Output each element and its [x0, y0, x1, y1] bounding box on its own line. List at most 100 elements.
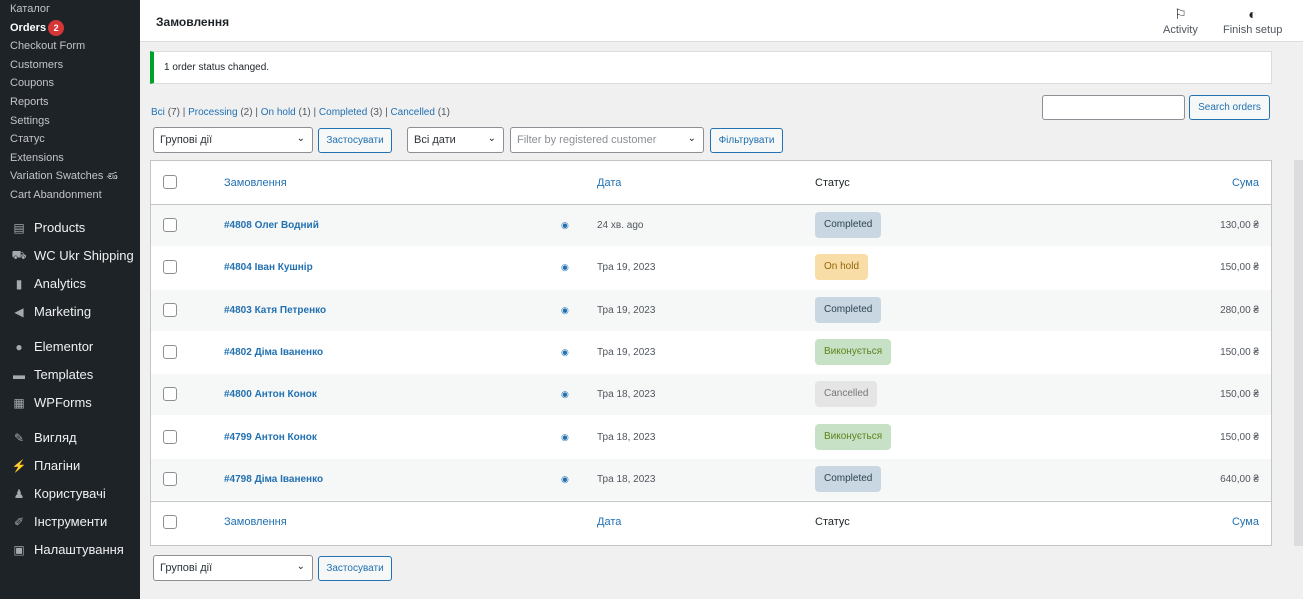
customer-filter-placeholder: Filter by registered customer [517, 134, 657, 146]
table-row[interactable]: #4803 Катя Петренко ◉ Тра 19, 2023 Complete… [151, 289, 1271, 331]
sidebar-subitem[interactable]: Extensions [0, 149, 140, 168]
menu-separator [0, 326, 140, 333]
row-checkbox[interactable] [163, 260, 177, 275]
page-title: Замовлення [156, 15, 230, 29]
column-date-footer[interactable]: Дата [597, 516, 621, 528]
filter-all-link[interactable]: Всі (7) [151, 107, 180, 118]
bar-chart-icon: ▮ [15, 276, 23, 291]
order-link[interactable]: #4804 Іван Кушнір [224, 262, 313, 273]
order-link[interactable]: #4803 Катя Петренко [224, 305, 326, 316]
sidebar-item[interactable]: ⚡ Плагіни [0, 452, 140, 480]
apply-bulk-button[interactable]: Застосувати [318, 128, 392, 153]
sidebar-item-label: Elementor [34, 339, 94, 355]
order-link[interactable]: #4802 Діма Іваненко [224, 347, 323, 358]
sidebar-subitem-label: Coupons [10, 77, 55, 90]
order-link[interactable]: #4798 Діма Іваненко [224, 474, 323, 485]
table-row[interactable]: #4804 Іван Кушнір ◉ Тра 19, 2023 On hold 150… [151, 247, 1271, 288]
preview-eye-icon[interactable]: ◉ [561, 389, 569, 400]
table-row[interactable]: #4802 Діма Іваненко ◉ Тра 19, 2023 Виконуєт… [151, 332, 1271, 373]
search-orders-input[interactable] [1042, 95, 1185, 120]
finish-setup-button[interactable]: ◐ Finish setup [1223, 4, 1282, 36]
order-total: 150,00 ₴ [1220, 346, 1259, 358]
sidebar-subitem[interactable]: Settings [0, 112, 140, 131]
wrench-icon: ✐ [13, 514, 25, 529]
table-row[interactable]: #4808 Олег Водний ◉ 24 хв. ago Completed 130… [151, 205, 1271, 246]
column-order-footer[interactable]: Замовлення [224, 516, 287, 528]
date-filter-select[interactable]: Всі дати ⌄ [407, 127, 504, 153]
preview-eye-icon[interactable]: ◉ [561, 474, 569, 485]
sidebar-subitem-label: Checkout Form [10, 40, 86, 53]
sidebar-subitem[interactable]: Статус [0, 130, 140, 149]
row-checkbox[interactable] [163, 471, 177, 486]
row-checkbox[interactable] [163, 387, 177, 402]
select-all-checkbox[interactable] [163, 175, 177, 189]
filter-button[interactable]: Фільтрувати [710, 128, 783, 153]
filter-processing-count: (2) [240, 107, 253, 118]
sidebar-subitem[interactable]: Variation Swatches ණ [0, 167, 140, 186]
order-total: 640,00 ₴ [1220, 473, 1259, 485]
preview-eye-icon[interactable]: ◉ [561, 347, 569, 358]
preview-eye-icon[interactable]: ◉ [561, 220, 569, 231]
sidebar-item[interactable]: ● Elementor [0, 333, 140, 361]
activity-button[interactable]: ⚐ Activity [1163, 4, 1198, 36]
sidebar-subitem-label: Статус [10, 133, 45, 146]
sidebar-item[interactable]: ▣ Налаштування [0, 536, 140, 564]
admin-sidebar: Каталог Orders 2 Checkout Form Customers Coup… [0, 0, 140, 599]
order-total: 150,00 ₴ [1220, 262, 1259, 274]
filter-on-hold-link[interactable]: On hold (1) [261, 107, 311, 118]
row-checkbox[interactable] [163, 344, 177, 359]
customer-filter-select[interactable]: Filter by registered customer ⌄ [510, 127, 704, 153]
table-row[interactable]: #4798 Діма Іваненко ◉ Тра 18, 2023 Complete… [151, 458, 1271, 500]
preview-eye-icon[interactable]: ◉ [561, 432, 569, 443]
bulk-actions-select-bottom[interactable]: Групові дії ⌄ [153, 555, 313, 581]
filter-completed-link[interactable]: Completed (3) [319, 107, 382, 118]
preview-eye-icon[interactable]: ◉ [561, 262, 569, 273]
sidebar-item[interactable]: ♟ Користувачі [0, 480, 140, 508]
sidebar-subitem[interactable]: Coupons [0, 74, 140, 93]
search-orders-button[interactable]: Search orders [1189, 95, 1270, 120]
archive-icon: ▤ [13, 220, 25, 235]
preview-eye-icon[interactable]: ◉ [561, 305, 569, 316]
filter-on-hold-count: (1) [298, 107, 311, 118]
row-checkbox[interactable] [163, 218, 177, 232]
apply-bulk-button-bottom[interactable]: Застосувати [318, 556, 392, 581]
sidebar-item[interactable]: ▤ Products [0, 214, 140, 242]
column-order-header[interactable]: Замовлення [224, 177, 287, 189]
folder-icon: ▬ [13, 367, 25, 382]
row-checkbox[interactable] [163, 429, 177, 444]
sidebar-item[interactable]: ▦ WPForms [0, 389, 140, 417]
select-all-checkbox-footer[interactable] [163, 515, 177, 529]
filter-cancelled-link[interactable]: Cancelled (1) [390, 107, 450, 118]
status-notice: 1 order status changed. [150, 51, 1272, 84]
order-link[interactable]: #4800 Антон Конок [224, 389, 317, 400]
sidebar-item[interactable]: ✎ Вигляд [0, 424, 140, 452]
sidebar-item[interactable]: ✐ Інструменти [0, 508, 140, 536]
sidebar-subitem[interactable]: Checkout Form [0, 37, 140, 56]
table-row[interactable]: #4800 Антон Конок ◉ Тра 18, 2023 Cancelled 1… [151, 374, 1271, 416]
table-row[interactable]: #4799 Антон Конок ◉ Тра 18, 2023 Виконуєтьс… [151, 417, 1271, 458]
order-link[interactable]: #4808 Олег Водний [224, 220, 319, 231]
bulk-actions-value: Групові дії [160, 134, 213, 146]
filter-cancelled-label: Cancelled [390, 107, 435, 118]
sidebar-subitem[interactable]: Cart Abandonment [0, 186, 140, 205]
sidebar-item[interactable]: ▮ Analytics [0, 270, 140, 298]
column-total-footer[interactable]: Сума [1232, 516, 1259, 528]
order-date: Тра 18, 2023 [597, 431, 656, 443]
sidebar-item[interactable]: ◀ Marketing [0, 298, 140, 326]
sidebar-subitem[interactable]: Customers [0, 56, 140, 75]
sidebar-subitem[interactable]: Orders 2 [0, 19, 140, 38]
bulk-actions-select[interactable]: Групові дії ⌄ [153, 127, 313, 153]
column-date-header[interactable]: Дата [597, 177, 621, 189]
row-checkbox[interactable] [163, 302, 177, 317]
order-link[interactable]: #4799 Антон Конок [224, 432, 317, 443]
flag-icon: ⚐ [1174, 6, 1187, 22]
scrollbar[interactable] [1294, 160, 1303, 546]
sidebar-item[interactable]: ⛟ WC Ukr Shipping [0, 242, 140, 270]
filter-completed-label: Completed [318, 107, 368, 118]
filter-processing-link[interactable]: Processing (2) [188, 107, 252, 118]
column-total-header[interactable]: Сума [1232, 177, 1259, 189]
sidebar-subitem[interactable]: Reports [0, 93, 140, 112]
sidebar-subitem[interactable]: Каталог [0, 0, 140, 19]
order-date: 24 хв. ago [597, 220, 644, 231]
sidebar-item[interactable]: ▬ Templates [0, 361, 140, 389]
